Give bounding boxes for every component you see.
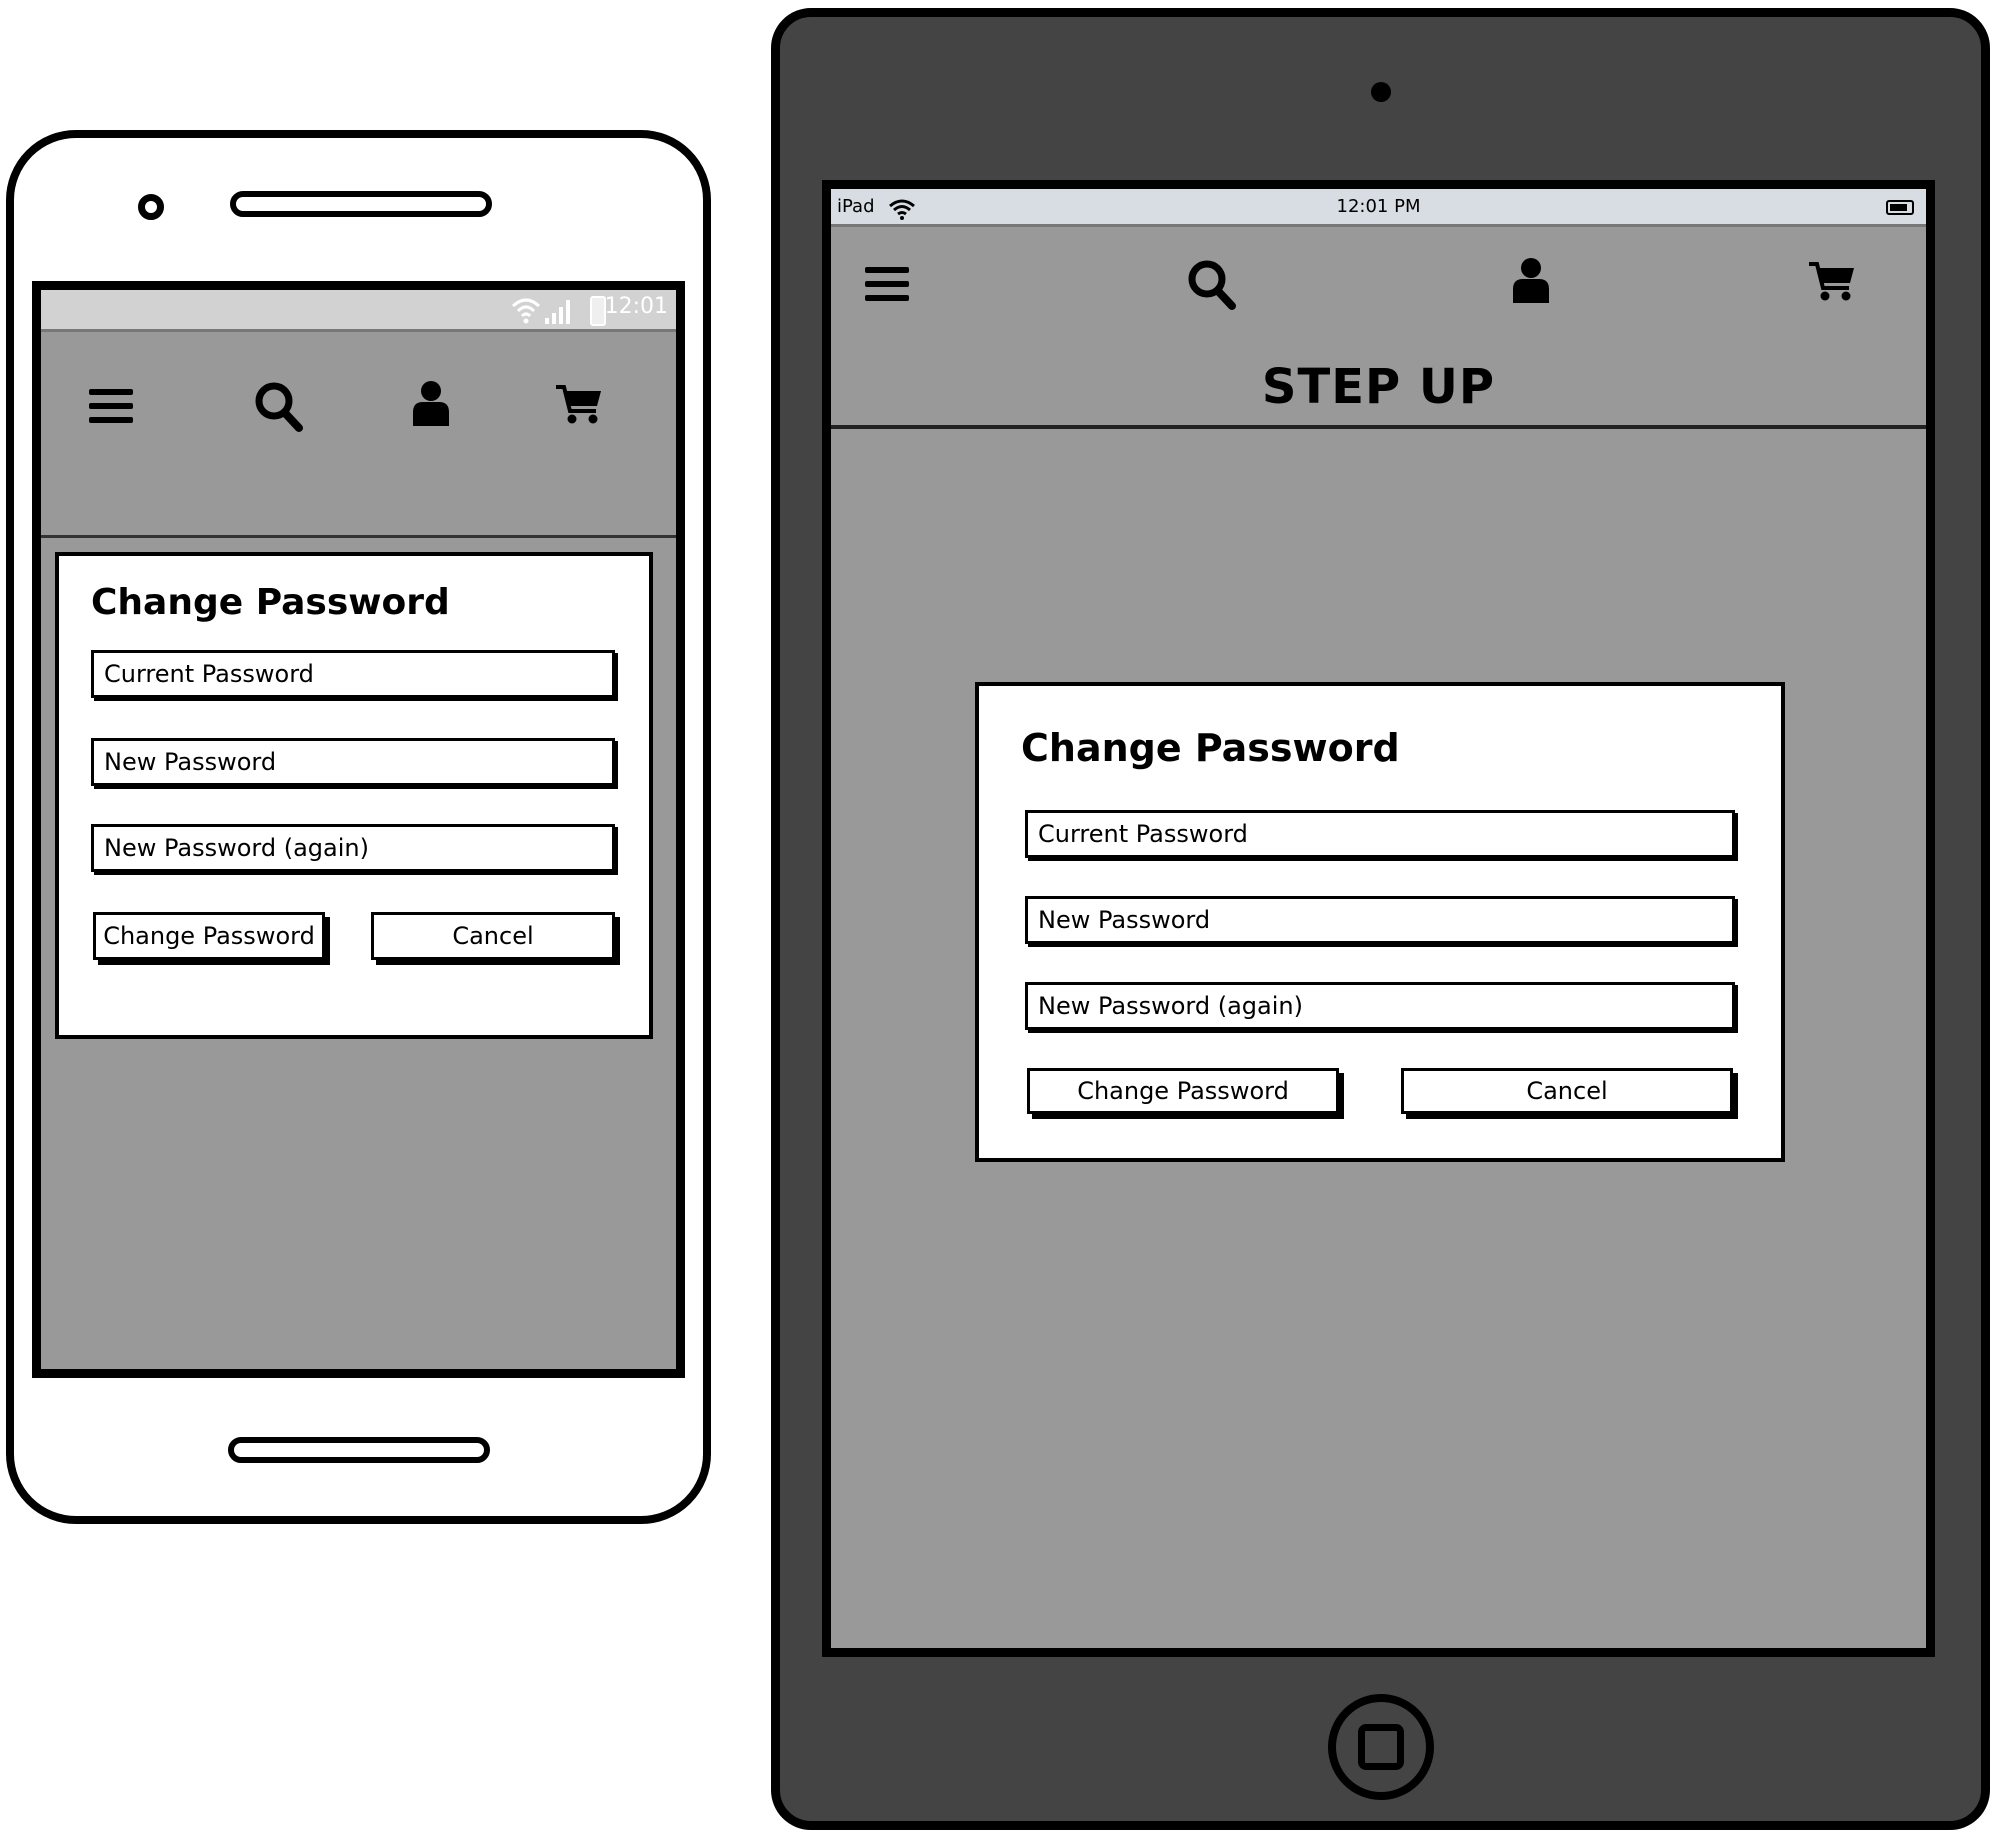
battery-icon bbox=[1886, 200, 1914, 215]
tablet-screen: iPad 12:01 PM STEP UP Change Password Cu… bbox=[822, 180, 1935, 1657]
cancel-button[interactable]: Cancel bbox=[371, 912, 615, 960]
tablet-status-time: 12:01 PM bbox=[1336, 196, 1421, 217]
confirm-password-field[interactable]: New Password (again) bbox=[91, 824, 615, 872]
change-password-button-label: Change Password bbox=[1077, 1077, 1289, 1105]
confirm-password-placeholder: New Password (again) bbox=[1038, 992, 1303, 1020]
phone-screen: 12:01 Change Password Current Password N… bbox=[32, 281, 685, 1378]
signal-icon bbox=[545, 300, 570, 324]
user-icon[interactable] bbox=[413, 380, 449, 426]
user-icon[interactable] bbox=[1513, 257, 1549, 303]
search-icon[interactable] bbox=[1188, 260, 1236, 310]
battery-icon bbox=[590, 296, 606, 326]
tablet-change-password-dialog: Change Password Current Password New Pas… bbox=[975, 682, 1785, 1162]
current-password-placeholder: Current Password bbox=[104, 660, 314, 688]
new-password-placeholder: New Password bbox=[1038, 906, 1211, 934]
phone-header-divider bbox=[41, 535, 676, 538]
phone-status-bar: 12:01 bbox=[41, 290, 676, 332]
search-icon[interactable] bbox=[255, 382, 303, 432]
dialog-title: Change Password bbox=[91, 582, 450, 623]
current-password-field[interactable]: Current Password bbox=[1025, 810, 1735, 858]
change-password-button[interactable]: Change Password bbox=[1027, 1068, 1339, 1114]
tablet-header-divider bbox=[831, 425, 1926, 429]
menu-icon[interactable] bbox=[865, 265, 909, 303]
cart-icon[interactable] bbox=[1809, 261, 1855, 303]
current-password-placeholder: Current Password bbox=[1038, 820, 1248, 848]
phone-change-password-dialog: Change Password Current Password New Pas… bbox=[55, 552, 653, 1039]
new-password-field[interactable]: New Password bbox=[91, 738, 615, 786]
phone-speaker bbox=[230, 191, 492, 217]
confirm-password-placeholder: New Password (again) bbox=[104, 834, 369, 862]
cancel-button[interactable]: Cancel bbox=[1401, 1068, 1733, 1114]
current-password-field[interactable]: Current Password bbox=[91, 650, 615, 698]
brand-title: STEP UP bbox=[1261, 359, 1496, 415]
change-password-button[interactable]: Change Password bbox=[93, 912, 325, 960]
new-password-placeholder: New Password bbox=[104, 748, 277, 776]
phone-status-time: 12:01 bbox=[604, 294, 668, 319]
cart-icon[interactable] bbox=[556, 384, 602, 426]
menu-icon[interactable] bbox=[89, 387, 133, 425]
home-square-icon bbox=[1358, 1724, 1404, 1770]
new-password-field[interactable]: New Password bbox=[1025, 896, 1735, 944]
tablet-status-bar: iPad 12:01 PM bbox=[831, 189, 1926, 227]
phone-home-button[interactable] bbox=[228, 1437, 490, 1463]
change-password-button-label: Change Password bbox=[103, 922, 315, 950]
cancel-button-label: Cancel bbox=[452, 922, 534, 950]
tablet-camera-icon bbox=[1371, 82, 1391, 102]
confirm-password-field[interactable]: New Password (again) bbox=[1025, 982, 1735, 1030]
cancel-button-label: Cancel bbox=[1526, 1077, 1608, 1105]
battery-level bbox=[1890, 204, 1907, 211]
phone-camera-icon bbox=[138, 194, 164, 220]
wifi-icon bbox=[511, 298, 541, 324]
dialog-title: Change Password bbox=[1021, 726, 1400, 770]
